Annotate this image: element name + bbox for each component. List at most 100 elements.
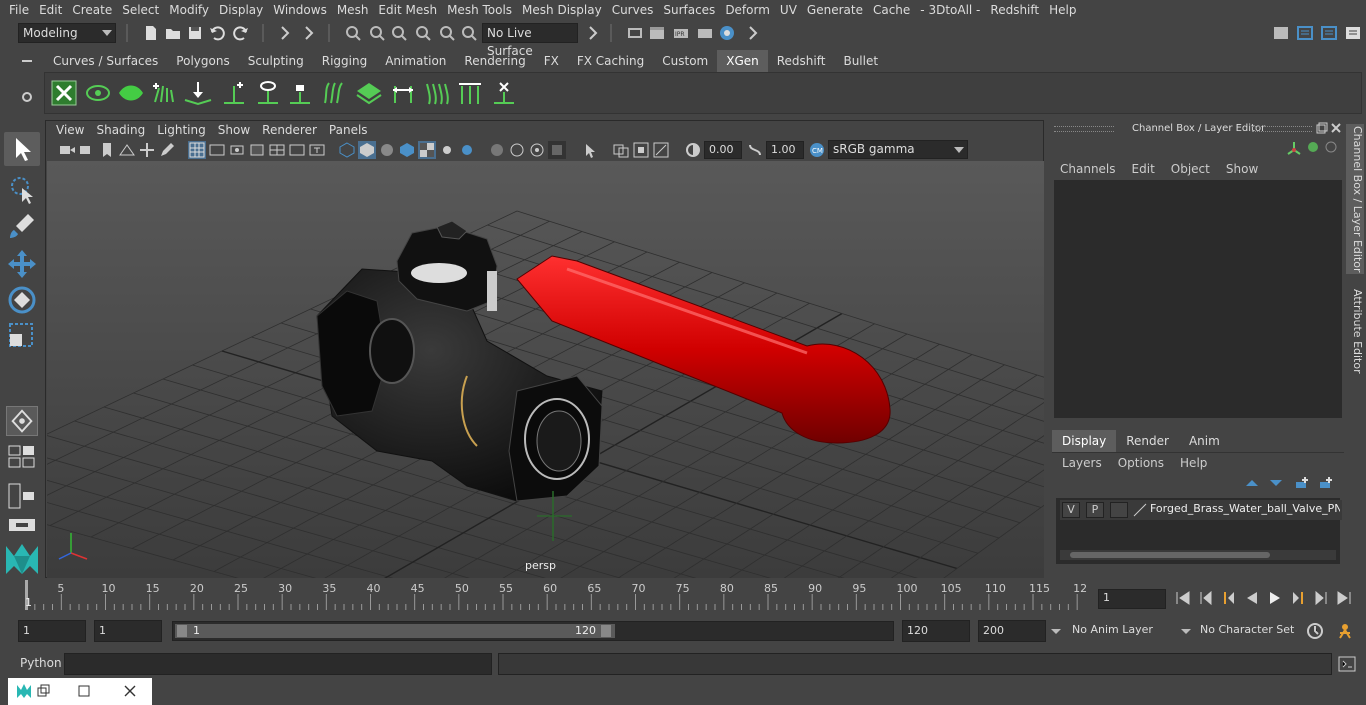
close-panel-icon[interactable] [1330, 122, 1342, 134]
bookmark-icon[interactable] [98, 141, 116, 159]
step-forward-key-icon[interactable] [1312, 589, 1330, 607]
layout-outliner-icon[interactable] [8, 518, 36, 532]
shelf-tab-custom[interactable]: Custom [653, 50, 717, 72]
shelf-tab-fx-caching[interactable]: FX Caching [568, 50, 653, 72]
viewport-menu-view[interactable]: View [50, 123, 90, 137]
menu-windows[interactable]: Windows [268, 3, 332, 17]
menu-generate[interactable]: Generate [802, 3, 868, 17]
xgen-add-guide-icon[interactable] [221, 80, 247, 106]
shelf-settings-icon[interactable] [20, 90, 34, 104]
hypershade-icon[interactable] [718, 24, 736, 42]
undo-icon[interactable] [208, 24, 226, 42]
playback-end-field[interactable]: 120 [902, 620, 970, 642]
default-material-icon[interactable] [378, 141, 396, 159]
layer-playback-toggle[interactable]: P [1086, 502, 1104, 518]
render-frame-icon[interactable] [626, 24, 644, 42]
playback-start-field[interactable]: 1 [94, 620, 162, 642]
layers-menu[interactable]: Layers [1062, 456, 1102, 470]
viewport-menu-panels[interactable]: Panels [323, 123, 374, 137]
shelf-menu-icon[interactable] [20, 54, 34, 68]
range-end-handle[interactable] [601, 625, 611, 637]
xgen-delete-guide-icon[interactable] [491, 80, 517, 106]
float-panel-icon[interactable] [1316, 122, 1328, 134]
workspace-icon[interactable] [1272, 24, 1290, 42]
xgen-bend-guides-icon[interactable] [321, 80, 347, 106]
side-tab-channel-box[interactable]: Channel Box / Layer Editor [1346, 124, 1364, 274]
wireframe-on-shaded-icon[interactable] [398, 141, 416, 159]
channelbox-toggle-icon[interactable] [1344, 24, 1362, 42]
command-language-label[interactable]: Python [20, 656, 62, 670]
menu-mesh-display[interactable]: Mesh Display [517, 3, 607, 17]
camera-icon[interactable] [58, 141, 76, 159]
menu-create[interactable]: Create [67, 3, 117, 17]
menu-cache[interactable]: Cache [868, 3, 915, 17]
xray-joints-icon[interactable] [508, 141, 526, 159]
layer-name[interactable]: Forged_Brass_Water_ball_Valve_PN40 [1150, 502, 1340, 515]
options-menu[interactable]: Options [1118, 456, 1164, 470]
snap-surface-icon[interactable] [438, 24, 456, 42]
go-to-end-icon[interactable] [1335, 589, 1353, 607]
maya-window-icon[interactable] [16, 683, 32, 699]
gamma-field[interactable]: 1.00 [766, 141, 804, 159]
shelf-tab-xgen[interactable]: XGen [717, 50, 768, 72]
smooth-shade-icon[interactable] [358, 141, 376, 159]
shadows-icon[interactable] [458, 141, 476, 159]
layer-scrollbar-thumb[interactable] [1070, 552, 1270, 558]
lasso-tool-icon[interactable] [6, 174, 38, 206]
exposure-icon[interactable] [684, 141, 702, 159]
snap-curve-icon[interactable] [368, 24, 386, 42]
channels-menu[interactable]: Channels [1060, 162, 1116, 176]
xgen-grid-surface-icon[interactable] [355, 80, 383, 106]
menu-display[interactable]: Display [214, 3, 268, 17]
speed-toggle-icon[interactable] [1324, 140, 1338, 154]
lights-icon[interactable] [438, 141, 456, 159]
manip-toggle-icon[interactable] [1306, 140, 1320, 154]
panel-drag-handle[interactable] [1054, 126, 1114, 132]
gamma-icon[interactable] [746, 141, 764, 159]
step-forward-frame-icon[interactable] [1289, 589, 1307, 607]
shelf-tab-rendering[interactable]: Rendering [455, 50, 534, 72]
start-time-field[interactable]: 1 [18, 620, 86, 642]
ambient-occlusion-icon[interactable] [548, 141, 566, 159]
snap-view-icon[interactable] [414, 24, 432, 42]
anim-prefs-icon[interactable] [1336, 622, 1354, 640]
snap-point-icon[interactable] [390, 24, 408, 42]
gate-mask-icon[interactable] [248, 141, 266, 159]
last-tool-icon[interactable] [6, 406, 38, 436]
layer-scrollbar[interactable] [1060, 550, 1336, 560]
range-start-handle[interactable] [177, 625, 187, 637]
menu-uv[interactable]: UV [775, 3, 802, 17]
help-menu[interactable]: Help [1180, 456, 1207, 470]
redo-icon[interactable] [232, 24, 250, 42]
render-settings-icon[interactable] [696, 24, 714, 42]
select-tool-icon[interactable] [4, 132, 40, 166]
menu-redshift[interactable]: Redshift [985, 3, 1044, 17]
range-slider[interactable]: 1 120 [172, 621, 894, 641]
axis-manip-icon[interactable] [1286, 140, 1302, 156]
anim-layer-field[interactable]: No Anim Layer [1068, 620, 1172, 642]
xgen-place-guides-icon[interactable] [183, 80, 213, 106]
wireframe-icon[interactable] [338, 141, 356, 159]
exposure-field[interactable]: 0.00 [704, 141, 742, 159]
menu-deform[interactable]: Deform [720, 3, 775, 17]
outliner-toggle-icon[interactable] [1296, 24, 1314, 42]
new-scene-icon[interactable] [142, 24, 160, 42]
object-menu[interactable]: Object [1171, 162, 1210, 176]
menu-file[interactable]: File [4, 3, 34, 17]
character-set-dropdown-icon[interactable] [1180, 625, 1192, 637]
move-layer-down-icon[interactable] [1268, 476, 1284, 490]
mode-dropdown[interactable]: Modeling [18, 23, 116, 43]
xgen-editor-icon[interactable] [51, 80, 77, 106]
shelf-tab-fx[interactable]: FX [535, 50, 568, 72]
shelf-tab-rigging[interactable]: Rigging [313, 50, 376, 72]
field-chart-icon[interactable] [268, 141, 286, 159]
xgen-leaf-icon[interactable] [117, 80, 145, 106]
rotate-tool-icon[interactable] [6, 284, 38, 316]
xgen-cut-icon[interactable] [457, 80, 483, 106]
paint-select-tool-icon[interactable] [6, 210, 38, 242]
film-gate-icon[interactable] [208, 141, 226, 159]
textured-icon[interactable] [418, 141, 436, 159]
menu-edit-mesh[interactable]: Edit Mesh [373, 3, 442, 17]
layer-row[interactable]: V P Forged_Brass_Water_ball_Valve_PN40 [1060, 500, 1342, 520]
command-input[interactable] [64, 653, 492, 675]
